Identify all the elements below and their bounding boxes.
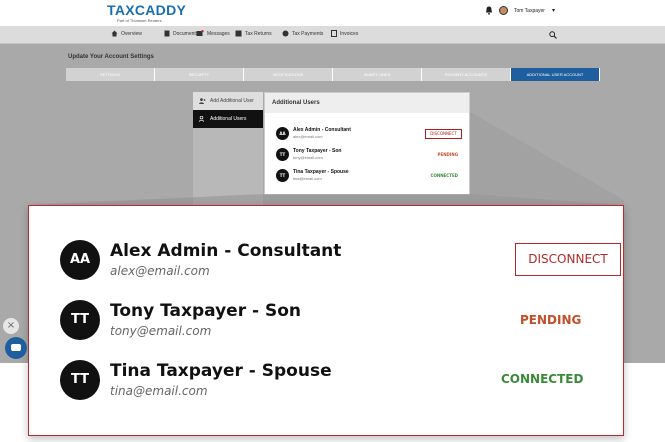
user-email: tony@email.com bbox=[110, 324, 212, 338]
close-icon[interactable]: × bbox=[3, 318, 19, 334]
user-name: Tony Taxpayer - Son bbox=[110, 301, 301, 321]
list-item: TT Tina Taxpayer - Spouse tina@email.com… bbox=[60, 360, 600, 404]
status-badge: PENDING bbox=[520, 313, 582, 327]
list-item: AA Alex Admin - Consultant alex@email.co… bbox=[60, 240, 621, 284]
chat-bubble-icon bbox=[11, 344, 21, 351]
user-name: Tina Taxpayer - Spouse bbox=[110, 361, 332, 381]
avatar: TT bbox=[60, 300, 100, 340]
user-email: alex@email.com bbox=[110, 264, 210, 278]
chat-icon[interactable] bbox=[5, 337, 27, 359]
user-name: Alex Admin - Consultant bbox=[110, 241, 342, 261]
page-background: TAXCADDY Part of Thomson Reuters Tom Tax… bbox=[0, 0, 665, 442]
avatar: AA bbox=[60, 240, 100, 280]
additional-users-zoom: AA Alex Admin - Consultant alex@email.co… bbox=[28, 205, 624, 436]
user-email: tina@email.com bbox=[110, 384, 208, 398]
status-badge: CONNECTED bbox=[501, 372, 584, 386]
list-item: TT Tony Taxpayer - Son tony@email.com PE… bbox=[60, 300, 600, 344]
disconnect-button[interactable]: DISCONNECT bbox=[515, 243, 621, 276]
avatar: TT bbox=[60, 360, 100, 400]
